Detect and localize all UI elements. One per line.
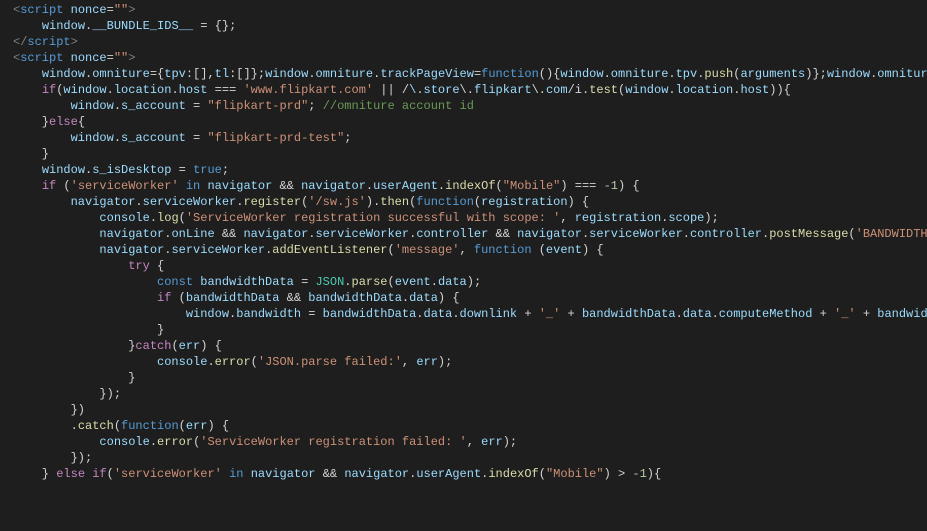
code-line: .catch(function(err) {: [0, 418, 927, 434]
code-line: }else{: [0, 114, 927, 130]
code-line: }catch(err) {: [0, 338, 927, 354]
code-line: if (bandwidthData && bandwidthData.data)…: [0, 290, 927, 306]
code-line: } else if('serviceWorker' in navigator &…: [0, 466, 927, 482]
code-line: }: [0, 370, 927, 386]
code-line: });: [0, 386, 927, 402]
code-line: navigator.onLine && navigator.serviceWor…: [0, 226, 927, 242]
code-editor[interactable]: <script nonce=""> window.__BUNDLE_IDS__ …: [0, 0, 927, 531]
code-line: });: [0, 450, 927, 466]
code-line: navigator.serviceWorker.addEventListener…: [0, 242, 927, 258]
code-line: window.s_account = "flipkart-prd"; //omn…: [0, 98, 927, 114]
code-line: <script nonce="">: [0, 50, 927, 66]
code-line: }: [0, 146, 927, 162]
code-line: if(window.location.host === 'www.flipkar…: [0, 82, 927, 98]
code-line: console.error('ServiceWorker registratio…: [0, 434, 927, 450]
code-line: window.s_account = "flipkart-prd-test";: [0, 130, 927, 146]
code-line: console.log('ServiceWorker registration …: [0, 210, 927, 226]
code-line: console.error('JSON.parse failed:', err)…: [0, 354, 927, 370]
code-line: window.omniture={tpv:[],tl:[]};window.om…: [0, 66, 927, 82]
code-line: window.s_isDesktop = true;: [0, 162, 927, 178]
code-line: navigator.serviceWorker.register('/sw.js…: [0, 194, 927, 210]
code-line: try {: [0, 258, 927, 274]
code-line: }: [0, 322, 927, 338]
code-line: }): [0, 402, 927, 418]
code-content: <script nonce=""> window.__BUNDLE_IDS__ …: [0, 2, 927, 482]
code-line: if ('serviceWorker' in navigator && navi…: [0, 178, 927, 194]
code-line: window.bandwidth = bandwidthData.data.do…: [0, 306, 927, 322]
code-line: <script nonce="">: [0, 2, 927, 18]
code-line: window.__BUNDLE_IDS__ = {};: [0, 18, 927, 34]
code-line: const bandwidthData = JSON.parse(event.d…: [0, 274, 927, 290]
code-line: </script>: [0, 34, 927, 50]
